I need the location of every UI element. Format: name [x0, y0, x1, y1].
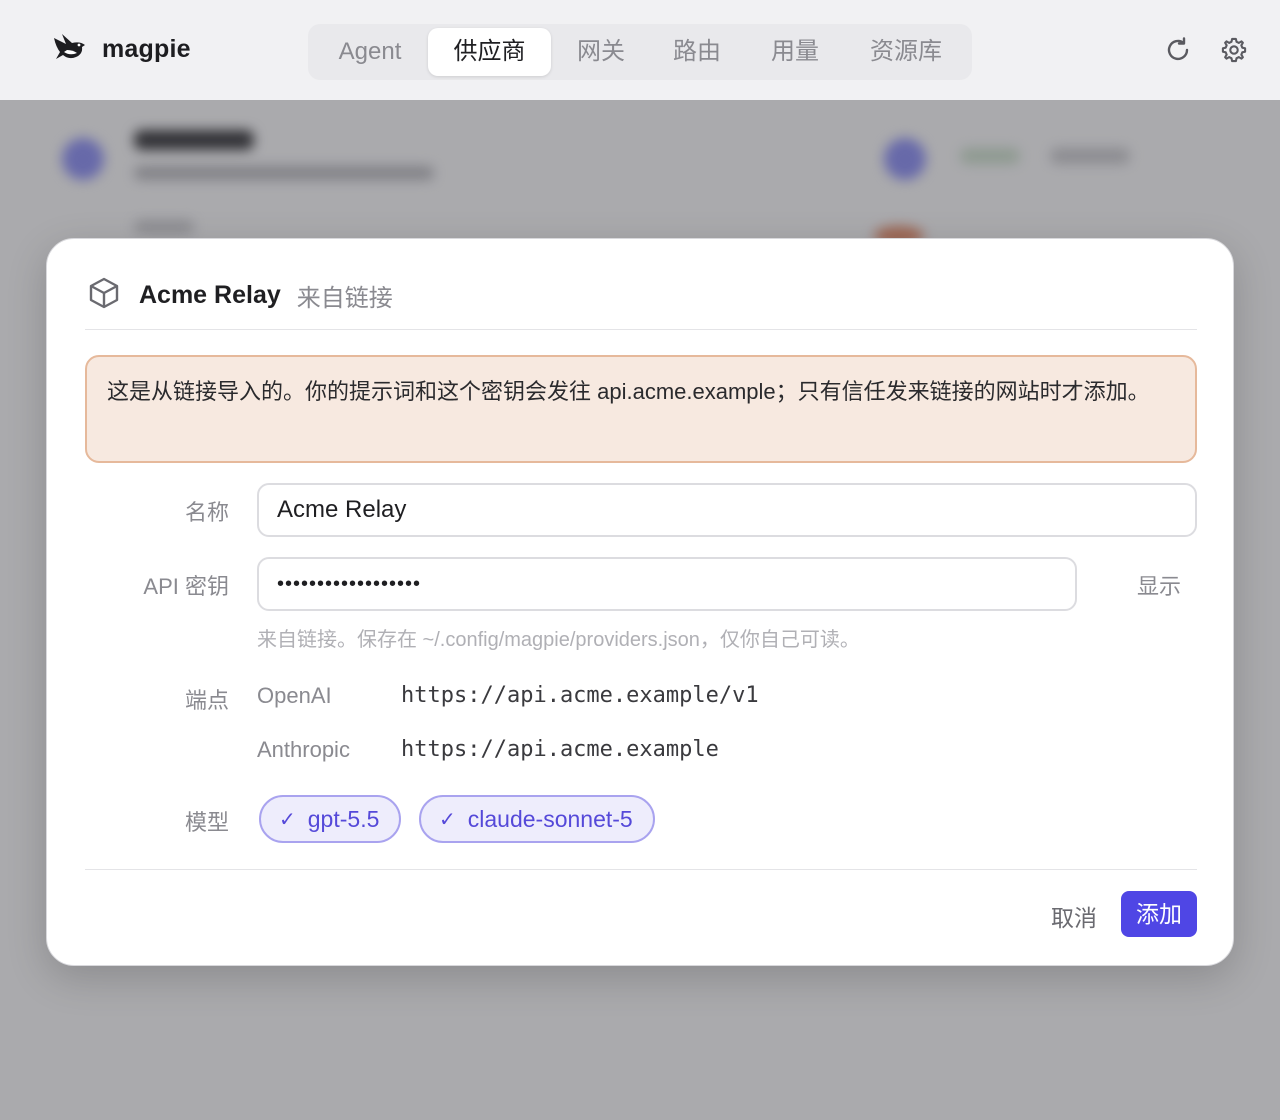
- api-key-hint: 来自链接。保存在 ~/.config/magpie/providers.json…: [257, 629, 860, 651]
- tab-usage[interactable]: 用量: [752, 28, 838, 76]
- name-label: 名称: [184, 500, 229, 525]
- endpoint-url-anthropic: https://api.acme.example: [401, 737, 719, 762]
- cube-icon: [87, 276, 121, 315]
- tab-gateway[interactable]: 网关: [558, 28, 644, 76]
- dialog-header: Acme Relay 来自链接: [87, 275, 393, 315]
- footer-divider: [85, 869, 1197, 870]
- tab-providers[interactable]: 供应商: [428, 28, 551, 76]
- endpoint-kind-openai: OpenAI: [257, 683, 332, 708]
- security-warning: 这是从链接导入的。你的提示词和这个密钥会发往 api.acme.example；…: [85, 355, 1197, 463]
- app-name: magpie: [102, 35, 191, 63]
- tab-agent[interactable]: Agent: [318, 28, 422, 76]
- add-button[interactable]: 添加: [1121, 891, 1197, 937]
- import-provider-dialog: Acme Relay 来自链接 这是从链接导入的。你的提示词和这个密钥会发往 a…: [46, 238, 1234, 966]
- main-nav: Agent 供应商 网关 路由 用量 资源库: [308, 24, 972, 80]
- api-key-label: API 密钥: [143, 574, 229, 599]
- endpoints-label: 端点: [184, 688, 229, 713]
- brand[interactable]: magpie: [52, 32, 191, 67]
- model-name: gpt-5.5: [307, 805, 380, 832]
- dialog-subtitle: 来自链接: [296, 284, 393, 312]
- refresh-icon[interactable]: [1164, 36, 1192, 64]
- show-key-button[interactable]: 显示: [1137, 569, 1181, 601]
- api-key-input[interactable]: ••••••••••••••••••: [257, 557, 1077, 611]
- models-label: 模型: [184, 810, 229, 835]
- endpoint-kind-anthropic: Anthropic: [257, 737, 350, 762]
- cancel-button[interactable]: 取消: [1051, 899, 1097, 933]
- tab-library[interactable]: 资源库: [856, 28, 956, 76]
- model-chip-gpt[interactable]: ✓ gpt-5.5: [259, 795, 402, 843]
- check-icon: ✓: [279, 808, 296, 831]
- check-icon: ✓: [439, 808, 456, 831]
- model-chip-claude[interactable]: ✓ claude-sonnet-5: [419, 795, 655, 843]
- top-bar: magpie Agent 供应商 网关 路由 用量 资源库: [0, 0, 1280, 100]
- endpoint-url-openai: https://api.acme.example/v1: [401, 683, 759, 708]
- model-name: claude-sonnet-5: [467, 805, 633, 832]
- dialog-title: Acme Relay: [139, 280, 281, 309]
- name-input[interactable]: Acme Relay: [257, 483, 1197, 537]
- header-divider: [85, 329, 1197, 330]
- gear-icon[interactable]: [1220, 36, 1248, 64]
- tab-routing[interactable]: 路由: [654, 28, 740, 76]
- magpie-logo-icon: [52, 32, 88, 67]
